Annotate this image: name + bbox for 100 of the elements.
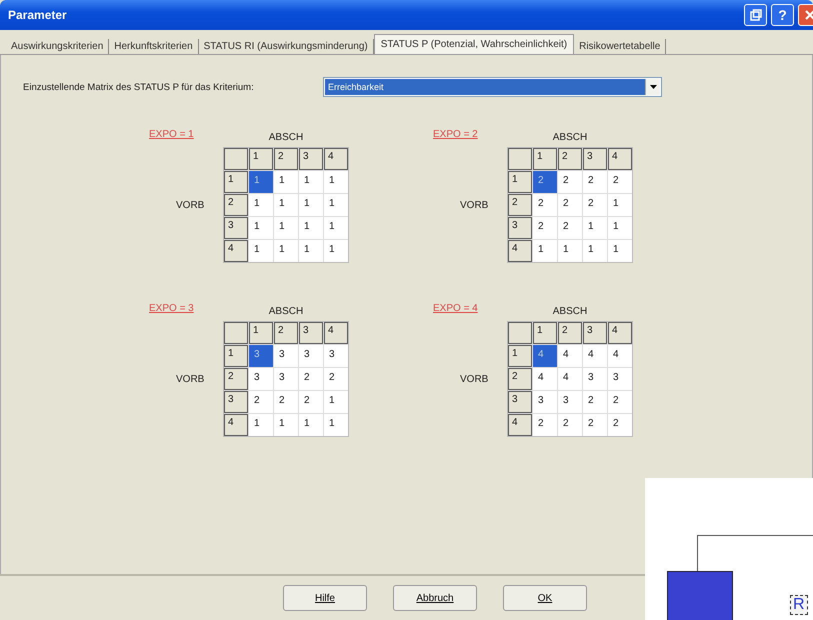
tab[interactable]: Herkunftskriterien xyxy=(109,39,199,54)
table-cell[interactable]: 2 xyxy=(324,368,348,390)
window-title: Parameter xyxy=(8,8,67,22)
table-cell[interactable]: 1 xyxy=(299,217,323,239)
table-cell[interactable]: 2 xyxy=(583,414,607,436)
tab[interactable]: Auswirkungskriterien xyxy=(6,39,110,54)
table-cell[interactable]: 1 xyxy=(274,194,298,216)
table-cell[interactable]: 1 xyxy=(324,391,348,413)
table-cell[interactable]: 1 xyxy=(274,240,298,262)
column-header: 3 xyxy=(583,148,607,170)
table-cell[interactable]: 2 xyxy=(583,391,607,413)
row-header: 3 xyxy=(224,217,248,239)
table-cell[interactable]: 4 xyxy=(583,345,607,367)
criterion-dropdown[interactable]: Erreichbarkeit xyxy=(323,77,662,97)
table-cell[interactable]: 1 xyxy=(583,217,607,239)
table-cell[interactable]: 2 xyxy=(608,414,632,436)
table-cell[interactable]: 3 xyxy=(274,345,298,367)
table-cell[interactable]: 2 xyxy=(583,171,607,193)
table-cell[interactable]: 2 xyxy=(608,391,632,413)
table-cell[interactable]: 2 xyxy=(608,171,632,193)
table-cell[interactable]: 2 xyxy=(558,414,582,436)
table-cell[interactable]: 1 xyxy=(274,217,298,239)
table-cell[interactable]: 3 xyxy=(608,368,632,390)
close-icon xyxy=(804,9,813,21)
table-cell[interactable]: 4 xyxy=(558,368,582,390)
column-header: 3 xyxy=(299,148,323,170)
table-cell[interactable]: 2 xyxy=(533,414,557,436)
table-cell[interactable]: 2 xyxy=(583,194,607,216)
column-header: 2 xyxy=(274,322,298,344)
table-cell[interactable]: 3 xyxy=(533,391,557,413)
table-cell[interactable]: 4 xyxy=(608,345,632,367)
diagram-node xyxy=(667,571,733,620)
table-cell[interactable]: 1 xyxy=(533,240,557,262)
table-cell[interactable]: 1 xyxy=(324,217,348,239)
tab[interactable]: Risikowertetabelle xyxy=(574,39,666,54)
table-cell[interactable]: 1 xyxy=(324,414,348,436)
table-cell[interactable]: 3 xyxy=(249,368,273,390)
table-cell[interactable]: 3 xyxy=(299,345,323,367)
dialog-button[interactable]: OK xyxy=(503,585,587,611)
row-header: 2 xyxy=(508,368,532,390)
table-cell[interactable]: 3 xyxy=(558,391,582,413)
table-cell[interactable]: 3 xyxy=(324,345,348,367)
table-cell[interactable]: 2 xyxy=(533,217,557,239)
row-axis-label: VORB xyxy=(175,199,206,213)
table-cell[interactable]: 1 xyxy=(608,194,632,216)
table-cell[interactable]: 1 xyxy=(249,240,273,262)
dialog-button[interactable]: Hilfe xyxy=(283,585,367,611)
column-axis-label: ABSCH xyxy=(552,305,588,319)
criterion-label: Einzustellende Matrix des STATUS P für das Kriterium: xyxy=(23,82,255,92)
table-cell[interactable]: 2 xyxy=(533,194,557,216)
table-cell[interactable]: 1 xyxy=(324,240,348,262)
restore-button[interactable] xyxy=(744,4,767,26)
table-cell[interactable]: 1 xyxy=(299,414,323,436)
column-header: 2 xyxy=(558,322,582,344)
table-cell[interactable]: 1 xyxy=(274,171,298,193)
table-cell[interactable]: 1 xyxy=(299,171,323,193)
table-cell[interactable]: 1 xyxy=(249,414,273,436)
table-cell[interactable]: 1 xyxy=(324,171,348,193)
table-cell[interactable]: 1 xyxy=(249,194,273,216)
row-header: 1 xyxy=(224,345,248,367)
row-header: 2 xyxy=(224,368,248,390)
table-cell[interactable]: 1 xyxy=(274,414,298,436)
dialog-button[interactable]: Abbruch xyxy=(393,585,477,611)
table-cell[interactable]: 1 xyxy=(324,194,348,216)
table-cell[interactable]: 2 xyxy=(558,194,582,216)
table-cell[interactable]: 1 xyxy=(583,240,607,262)
table-cell[interactable]: 1 xyxy=(299,240,323,262)
tab[interactable]: STATUS P (Potenzial, Wahrscheinlichkeit) xyxy=(374,34,574,54)
column-header: 4 xyxy=(324,148,348,170)
column-header: 2 xyxy=(274,148,298,170)
table-cell[interactable]: 1 xyxy=(299,194,323,216)
row-header: 3 xyxy=(224,391,248,413)
row-axis-label: VORB xyxy=(175,373,206,387)
table-cell[interactable]: 3 xyxy=(583,368,607,390)
table-cell[interactable]: 1 xyxy=(249,217,273,239)
row-header: 4 xyxy=(508,240,532,262)
column-header: 4 xyxy=(608,148,632,170)
column-header: 2 xyxy=(558,148,582,170)
table-cell[interactable]: 1 xyxy=(558,240,582,262)
column-header: 1 xyxy=(249,148,273,170)
help-button[interactable]: ? xyxy=(771,4,794,26)
table-cell[interactable]: 2 xyxy=(299,368,323,390)
table-cell[interactable]: 1 xyxy=(608,240,632,262)
matrix-title: EXPO = 1 xyxy=(149,129,195,142)
table-cell[interactable]: 2 xyxy=(558,171,582,193)
table-cell[interactable]: 2 xyxy=(249,391,273,413)
table-cell[interactable]: 4 xyxy=(558,345,582,367)
table-cell[interactable]: 4 xyxy=(533,368,557,390)
row-header: 1 xyxy=(224,171,248,193)
matrix-title: EXPO = 4 xyxy=(433,303,479,316)
row-header: 1 xyxy=(508,345,532,367)
column-header: 3 xyxy=(299,322,323,344)
row-axis-label: VORB xyxy=(459,373,490,387)
column-header: 1 xyxy=(533,148,557,170)
table-cell[interactable]: 2 xyxy=(274,391,298,413)
row-axis-label: VORB xyxy=(459,199,490,213)
table-cell[interactable]: 1 xyxy=(608,217,632,239)
table-cell[interactable]: 2 xyxy=(299,391,323,413)
table-cell[interactable]: 3 xyxy=(274,368,298,390)
table-cell[interactable]: 2 xyxy=(558,217,582,239)
